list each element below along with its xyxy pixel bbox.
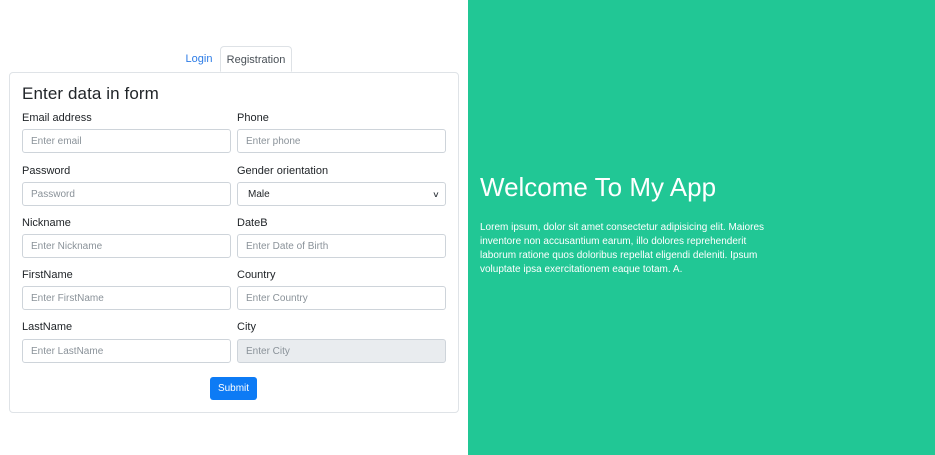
dateb-label: DateB	[237, 217, 268, 229]
nickname-field[interactable]	[22, 234, 231, 258]
welcome-title: Welcome To My App	[480, 172, 717, 202]
phone-field[interactable]	[237, 129, 446, 153]
nickname-label: Nickname	[22, 217, 71, 229]
country-field[interactable]	[237, 286, 446, 310]
gender-select[interactable]: Male ∨	[237, 182, 446, 206]
submit-button[interactable]: Submit	[210, 377, 257, 400]
dateb-field[interactable]	[237, 234, 446, 258]
tab-login[interactable]: Login	[178, 46, 220, 72]
phone-label: Phone	[237, 112, 269, 124]
lastname-label: LastName	[22, 321, 73, 333]
gender-label: Gender orientation	[237, 165, 329, 177]
chevron-down-icon: ∨	[432, 189, 440, 199]
city-label: City	[237, 321, 256, 333]
gender-select-value: Male	[248, 188, 270, 200]
welcome-text: Lorem ipsum, dolor sit amet consectetur …	[480, 222, 765, 275]
firstname-label: FirstName	[22, 269, 73, 281]
email-field[interactable]	[22, 129, 231, 153]
form-title: Enter data in form	[22, 84, 159, 103]
password-field[interactable]	[22, 182, 231, 206]
form-panel: Login Registration Enter data in form Em…	[0, 0, 468, 455]
city-field	[237, 339, 446, 363]
lastname-field[interactable]	[22, 339, 231, 363]
firstname-field[interactable]	[22, 286, 231, 310]
tab-registration[interactable]: Registration	[220, 46, 292, 72]
country-label: Country	[237, 269, 276, 281]
email-label: Email address	[22, 112, 92, 124]
password-label: Password	[22, 165, 71, 177]
